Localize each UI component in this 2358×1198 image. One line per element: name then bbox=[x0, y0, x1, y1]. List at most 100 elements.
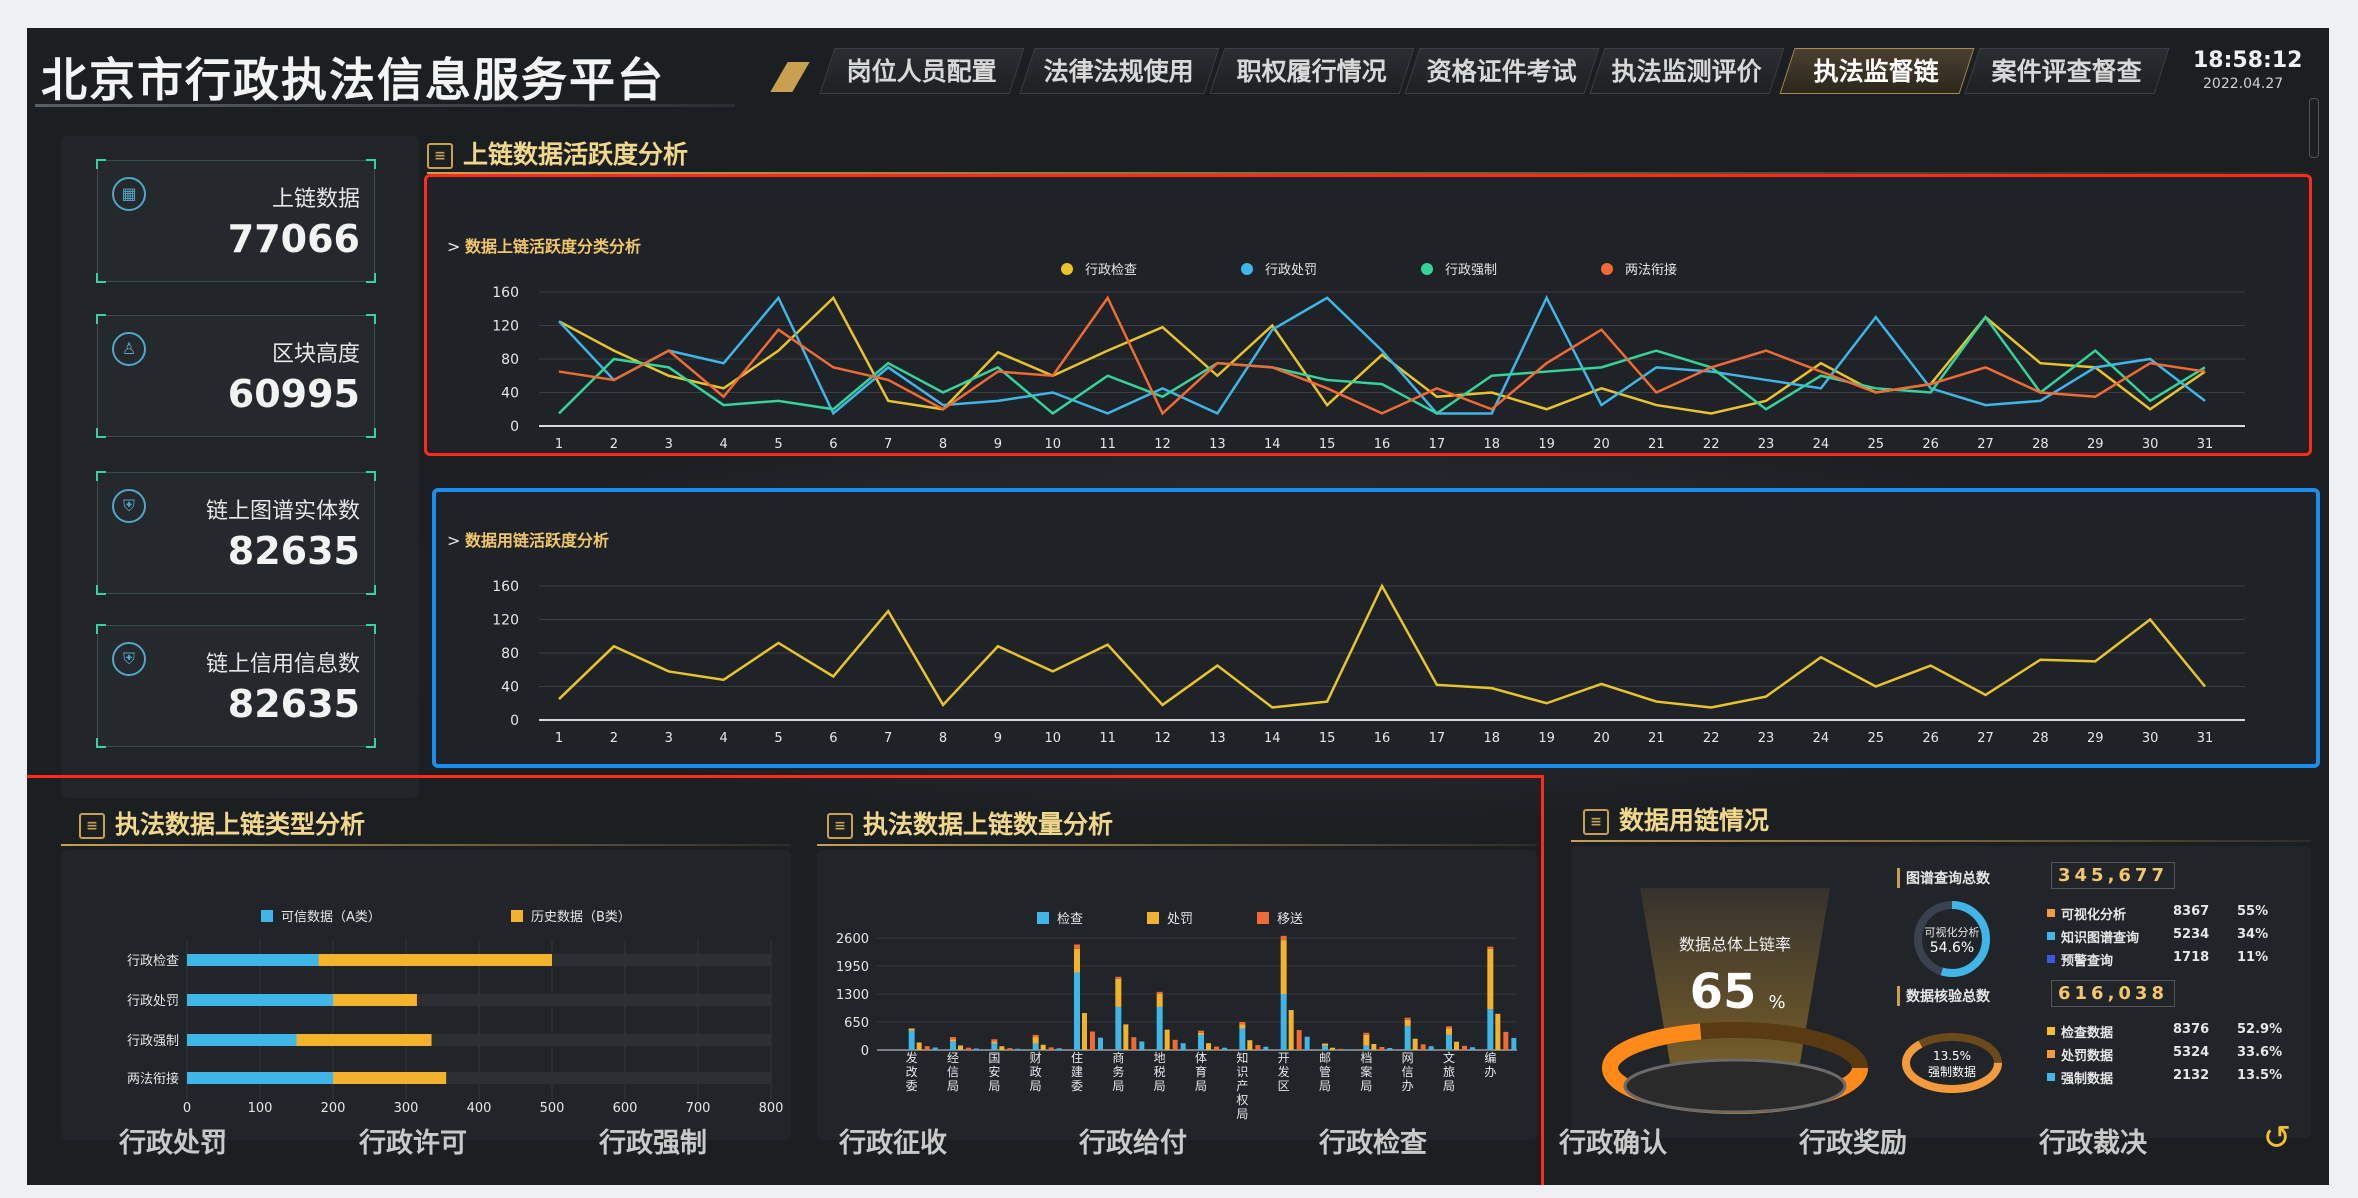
nav-tab[interactable]: 法律法规使用 bbox=[1019, 48, 1220, 94]
x-category-char: 国 bbox=[988, 1051, 1000, 1065]
card-corner bbox=[366, 585, 376, 595]
y-category-label: 行政检查 bbox=[127, 954, 179, 969]
x-category-char: 局 bbox=[1030, 1079, 1042, 1093]
stat-card: ⛨ 链上图谱实体数 82635 bbox=[96, 471, 376, 595]
stat-label: 区块高度 bbox=[271, 342, 360, 367]
bar-segment bbox=[1040, 1044, 1046, 1050]
bar-segment bbox=[1156, 994, 1163, 1007]
type-section-title: ≡ 执法数据上链类型分析 bbox=[79, 808, 365, 842]
header-scrollbar[interactable] bbox=[2309, 98, 2319, 158]
bottom-nav-item[interactable]: 行政给付 bbox=[1079, 1121, 1187, 1160]
gauge-base bbox=[1623, 1058, 1847, 1114]
nav-tab[interactable]: 岗位人员配置 bbox=[819, 48, 1025, 94]
x-tick-label: 26 bbox=[1922, 437, 1939, 452]
x-category-label: 体育局 bbox=[1195, 1051, 1207, 1093]
bottom-nav-item[interactable]: 行政确认 bbox=[1559, 1121, 1667, 1160]
x-tick-label: 1 bbox=[555, 437, 563, 452]
shield-icon: ⛨ bbox=[112, 642, 146, 676]
card-corner bbox=[366, 624, 376, 634]
usage-activity-chart: 数据用链活跃度分析>040801201601 2 3 4 5 6 7 8 9 10 11 12 13 14… bbox=[447, 531, 2245, 746]
bar-segment bbox=[1214, 1046, 1219, 1050]
bottom-nav-item[interactable]: 行政征收 bbox=[839, 1121, 947, 1160]
x-category-char: 邮 bbox=[1319, 1051, 1331, 1065]
legend-marker bbox=[1601, 263, 1613, 275]
usage-section-line bbox=[1571, 840, 2311, 842]
legend-count: 2132 bbox=[2173, 1068, 2210, 1083]
x-category-char: 开 bbox=[1278, 1051, 1290, 1065]
x-tick-label: 8 bbox=[939, 731, 947, 746]
bar-segment bbox=[1412, 1038, 1418, 1050]
upload-activity-chart: 数据上链活跃度分类分析>040801201601 2 3 4 5 6 7 8 9 10 11 12 13… bbox=[447, 237, 2245, 452]
bar-segment bbox=[1304, 1036, 1310, 1050]
bottom-nav-item[interactable]: 行政强制 bbox=[599, 1121, 707, 1160]
card-corner bbox=[366, 159, 376, 169]
legend-marker bbox=[2047, 955, 2055, 963]
bar-segment bbox=[932, 1047, 938, 1050]
y-tick-label: 0 bbox=[510, 713, 519, 729]
bar-segment bbox=[950, 1039, 956, 1042]
count-section-title: ≡ 执法数据上链数量分析 bbox=[827, 808, 1113, 842]
bottom-nav-item[interactable]: 行政检查 bbox=[1319, 1121, 1427, 1160]
x-category-char: 地 bbox=[1154, 1051, 1166, 1065]
bottom-nav-item[interactable]: 行政裁决 bbox=[2039, 1121, 2147, 1160]
bottom-nav-item[interactable]: 行政处罚 bbox=[119, 1121, 227, 1160]
x-tick-label: 7 bbox=[884, 437, 892, 452]
x-category-char: 信 bbox=[947, 1065, 959, 1079]
y-tick-label: 40 bbox=[501, 386, 519, 402]
nav-tab-label: 资格证件考试 bbox=[1426, 57, 1577, 86]
bar-segment bbox=[1180, 1043, 1186, 1050]
card-corner bbox=[366, 738, 376, 748]
bar-segment bbox=[1322, 1043, 1328, 1046]
x-category-char: 编 bbox=[1484, 1050, 1496, 1065]
nav-tab[interactable]: 资格证件考试 bbox=[1404, 48, 1600, 94]
title-deco-stripe bbox=[770, 62, 810, 92]
legend-marker bbox=[511, 910, 523, 922]
bar-segment bbox=[999, 1046, 1005, 1050]
x-category-char: 知 bbox=[1236, 1051, 1248, 1065]
bar-segment bbox=[1206, 1043, 1211, 1050]
bar-segment bbox=[1263, 1046, 1269, 1050]
bar-segment bbox=[1420, 1044, 1426, 1050]
y-category-label: 行政强制 bbox=[127, 1034, 179, 1049]
bottom-nav-item[interactable]: 行政奖励 bbox=[1799, 1121, 1907, 1160]
bar-segment bbox=[991, 1041, 998, 1044]
x-category-label: 编办 bbox=[1484, 1050, 1496, 1079]
legend-name: 知识图谱查询 bbox=[2061, 931, 2140, 946]
x-category-char: 局 bbox=[947, 1079, 959, 1093]
bottom-nav-item[interactable]: 行政许可 bbox=[359, 1121, 467, 1160]
nav-tab[interactable]: 执法监督链 bbox=[1779, 48, 1975, 94]
legend-percent: 34% bbox=[2237, 927, 2269, 942]
legend-marker bbox=[2047, 909, 2055, 917]
bar-segment bbox=[1404, 1019, 1411, 1027]
y-tick-label: 80 bbox=[501, 646, 519, 662]
x-category-char: 网 bbox=[1402, 1051, 1414, 1065]
legend-marker bbox=[1421, 263, 1433, 275]
stat-card: ♙ 区块高度 60995 bbox=[96, 314, 376, 438]
nav-tab[interactable]: 执法监测评价 bbox=[1589, 48, 1785, 94]
nav-tab[interactable]: 案件评查督查 bbox=[1964, 48, 2170, 94]
bar-segment bbox=[924, 1046, 930, 1050]
legend-percent: 33.6% bbox=[2237, 1045, 2283, 1060]
bar-segment bbox=[1296, 1030, 1302, 1050]
nav-tab-label: 法律法规使用 bbox=[1044, 57, 1195, 86]
y-tick-label: 160 bbox=[492, 285, 519, 301]
nav-tab[interactable]: 职权履行情况 bbox=[1209, 48, 1415, 94]
legend-label: 行政检查 bbox=[1085, 263, 1137, 278]
x-tick-label: 19 bbox=[1538, 731, 1555, 746]
query-legend: 可视化分析 8367 55% 知识图谱查询 5234 34% 预警查询 1718 11% bbox=[2047, 904, 2301, 973]
x-tick-label: 14 bbox=[1264, 437, 1281, 452]
dashboard-frame: 北京市行政执法信息服务平台 岗位人员配置 法律法规使用 职权履行情况 资格证件考试 执法… bbox=[27, 28, 2329, 1185]
legend-count: 8376 bbox=[2173, 1022, 2210, 1037]
y-category-label: 两法衔接 bbox=[127, 1071, 179, 1087]
stat-card: ⛨ 链上信用信息数 82635 bbox=[96, 624, 376, 748]
x-category-char: 局 bbox=[1112, 1079, 1124, 1093]
gauge-unit: % bbox=[1768, 992, 1785, 1013]
clock-time: 18:58:12 bbox=[2193, 48, 2303, 73]
chevron-right-icon: > bbox=[447, 237, 460, 256]
back-icon[interactable]: ↺ bbox=[2257, 1118, 2297, 1158]
bar-segment bbox=[1255, 1045, 1261, 1050]
bar-segment bbox=[1428, 1046, 1434, 1050]
x-tick-label: 16 bbox=[1374, 437, 1391, 452]
x-category-char: 经 bbox=[947, 1051, 959, 1065]
x-tick-label: 24 bbox=[1813, 731, 1830, 746]
